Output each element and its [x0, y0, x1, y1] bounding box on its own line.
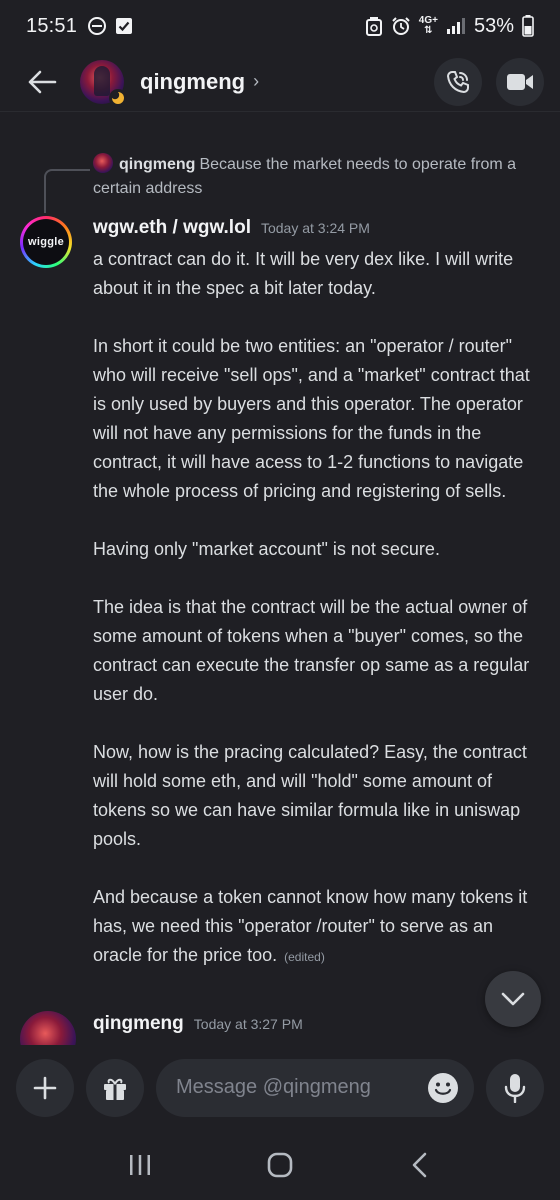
- message-wgw[interactable]: wgw.eth / wgw.lol Today at 3:24 PM a con…: [93, 217, 543, 972]
- message-header: wgw.eth / wgw.lol Today at 3:24 PM: [93, 217, 543, 245]
- arrow-left-icon: [28, 70, 57, 93]
- signal-icon: [446, 18, 465, 34]
- edited-label: (edited): [284, 950, 325, 964]
- emoji-button[interactable]: [426, 1071, 460, 1105]
- status-left-icons: [87, 16, 133, 36]
- header-avatar[interactable]: [80, 59, 127, 107]
- message-paragraph-last: And because a token cannot know how many…: [93, 883, 543, 972]
- system-nav-bar: [0, 1130, 560, 1200]
- checkbox-notification-icon: [116, 18, 133, 34]
- add-attachment-button[interactable]: [16, 1058, 74, 1117]
- message-content: a contract can do it. It will be very de…: [93, 245, 543, 972]
- reply-connector: [44, 169, 90, 213]
- discord-dm-screen: 15:51 4G+ ⇅ 53% qingmeng › qingmeng Beca…: [0, 0, 560, 1200]
- author-name[interactable]: qingmeng: [93, 1013, 184, 1035]
- back-button[interactable]: [24, 64, 60, 100]
- reply-avatar: [93, 153, 113, 173]
- dm-header: qingmeng ›: [0, 52, 560, 112]
- network-indicator: 4G+ ⇅: [419, 16, 438, 36]
- message-input-wrapper[interactable]: [156, 1058, 474, 1117]
- voice-call-button[interactable]: [434, 57, 482, 106]
- message-paragraph: The idea is that the contract will be th…: [93, 597, 530, 704]
- recent-apps-icon: [130, 1155, 150, 1175]
- battery-percent: 53%: [473, 14, 514, 37]
- message-paragraph: Now, how is the pracing calculated? Easy…: [93, 742, 527, 849]
- phone-icon: [446, 70, 469, 93]
- message-timestamp: Today at 3:24 PM: [260, 220, 370, 236]
- idle-status-icon: [109, 88, 127, 107]
- chevron-right-icon[interactable]: ›: [253, 71, 259, 92]
- system-back-button[interactable]: [390, 1140, 450, 1190]
- message-paragraph: Having only "market account" is not secu…: [93, 539, 440, 559]
- data-arrows-icon: ⇅: [424, 25, 433, 36]
- battery-icon: [522, 15, 534, 37]
- plus-icon: [33, 1076, 57, 1099]
- reply-preview[interactable]: qingmeng Because the market needs to oper…: [93, 153, 543, 201]
- message-paragraph: a contract can do it. It will be very de…: [93, 249, 514, 298]
- voice-message-button[interactable]: [486, 1058, 544, 1117]
- message-header: qingmeng Today at 3:27 PM: [93, 1013, 543, 1041]
- smiley-face-icon: [428, 1072, 458, 1103]
- chevron-down-icon: [501, 992, 525, 1006]
- alarm-icon: [392, 17, 410, 35]
- status-bar: 15:51 4G+ ⇅ 53%: [0, 0, 560, 52]
- message-paragraph: In short it could be two entities: an "o…: [93, 336, 530, 501]
- author-avatar-wgw[interactable]: wiggle: [20, 216, 72, 268]
- header-actions: [434, 57, 544, 106]
- recycle-icon: [365, 17, 382, 36]
- scroll-to-bottom-button[interactable]: [485, 971, 541, 1027]
- microphone-icon: [504, 1073, 526, 1103]
- gift-icon: [104, 1078, 126, 1100]
- author-avatar-qingmeng[interactable]: [20, 1011, 76, 1045]
- reply-author: qingmeng: [119, 156, 196, 173]
- message-qingmeng[interactable]: qingmeng Today at 3:27 PM: [93, 1013, 543, 1041]
- recent-apps-button[interactable]: [110, 1140, 170, 1190]
- home-button[interactable]: [250, 1140, 310, 1190]
- wiggle-logo: wiggle: [23, 219, 69, 265]
- do-not-disturb-icon: [88, 17, 107, 35]
- home-icon: [267, 1152, 293, 1178]
- message-list[interactable]: qingmeng Because the market needs to oper…: [0, 113, 560, 1045]
- message-timestamp: Today at 3:27 PM: [193, 1016, 303, 1032]
- header-username[interactable]: qingmeng: [140, 69, 245, 95]
- video-camera-icon: [507, 73, 533, 90]
- video-call-button[interactable]: [496, 57, 544, 106]
- author-name[interactable]: wgw.eth / wgw.lol: [93, 217, 251, 239]
- gift-button[interactable]: [86, 1058, 144, 1117]
- message-input[interactable]: [176, 1076, 426, 1099]
- status-time: 15:51: [26, 14, 78, 37]
- status-right-icons: 4G+ ⇅ 53%: [365, 15, 534, 38]
- message-composer: [0, 1045, 560, 1130]
- chevron-left-icon: [412, 1152, 427, 1178]
